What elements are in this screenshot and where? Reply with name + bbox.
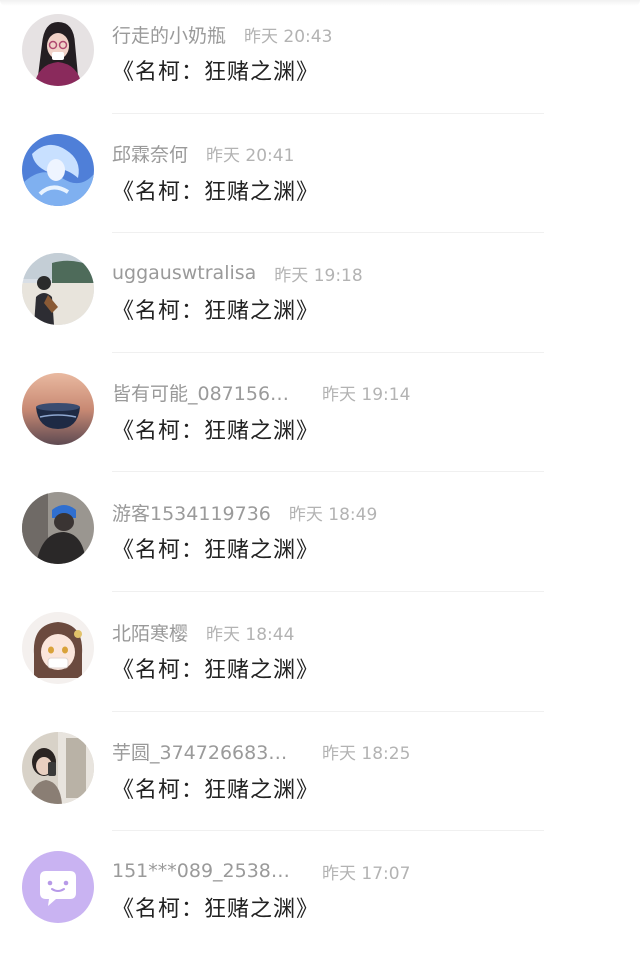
comment-text: 《名柯：狂赌之渊》 [112, 299, 320, 325]
blue-illustration-photo-icon [22, 133, 94, 206]
timestamp: 昨天 18:49 [288, 504, 378, 525]
comment-text: 《名柯：狂赌之渊》 [112, 538, 320, 564]
comment-item[interactable]: 芋圆_374726683… 昨天 18:25 《名柯：狂赌之渊》 [0, 718, 640, 838]
comment-item[interactable]: 北陌寒樱 昨天 18:44 《名柯：狂赌之渊》 [0, 598, 640, 718]
divider [112, 710, 544, 712]
comment-item[interactable]: uggauswtralisa 昨天 19:18 《名柯：狂赌之渊》 [0, 239, 640, 359]
divider [112, 351, 544, 353]
avatar[interactable] [22, 612, 94, 684]
default-chat-bubble-icon [22, 851, 94, 924]
timestamp: 昨天 17:07 [322, 863, 411, 884]
username[interactable]: 行走的小奶瓶 [112, 21, 226, 48]
comment-meta: 北陌寒樱 昨天 18:44 [112, 618, 294, 646]
comment-text: 《名柯：狂赌之渊》 [112, 179, 320, 205]
avatar[interactable] [22, 851, 94, 924]
avatar[interactable] [22, 372, 94, 445]
comment-item[interactable]: 行走的小奶瓶 昨天 20:43 《名柯：狂赌之渊》 [0, 0, 640, 120]
username[interactable]: 芋圆_374726683… [112, 738, 287, 765]
username[interactable]: 皆有可能_087156… [112, 379, 289, 406]
comment-list: 行走的小奶瓶 昨天 20:43 《名柯：狂赌之渊》 邱霖奈何 昨天 20:41 … [0, 0, 640, 938]
timestamp: 昨天 19:14 [322, 385, 411, 406]
divider [112, 830, 544, 832]
anime-girl-avatar-icon [22, 612, 94, 684]
username[interactable]: 游客1534119736 [112, 499, 271, 526]
comment-item[interactable]: 151***089_2538… 昨天 17:07 《名柯：狂赌之渊》 [0, 837, 640, 957]
timestamp: 昨天 19:18 [274, 265, 363, 286]
comment-meta: 芋圆_374726683… 昨天 18:25 [112, 738, 410, 766]
beach-person-photo-icon [22, 253, 94, 326]
timestamp: 昨天 20:41 [206, 146, 295, 167]
comment-text: 《名柯：狂赌之渊》 [112, 418, 320, 444]
avatar[interactable] [22, 492, 94, 565]
avatar[interactable] [22, 133, 94, 206]
avatar[interactable] [22, 731, 94, 804]
comment-item[interactable]: 邱霖奈何 昨天 20:41 《名柯：狂赌之渊》 [0, 120, 640, 240]
divider [112, 232, 544, 234]
comment-item[interactable]: 皆有可能_087156… 昨天 19:14 《名柯：狂赌之渊》 [0, 359, 640, 479]
woman-dark-hair-photo-icon [22, 14, 94, 86]
sunset-glass-photo-icon [22, 372, 94, 445]
mirror-selfie-photo-icon [22, 731, 94, 804]
divider [112, 112, 544, 114]
comment-meta: 151***089_2538… 昨天 17:07 [112, 857, 410, 885]
username[interactable]: uggauswtralisa [112, 262, 256, 284]
comment-item[interactable]: 游客1534119736 昨天 18:49 《名柯：狂赌之渊》 [0, 478, 640, 598]
comment-meta: 行走的小奶瓶 昨天 20:43 [112, 20, 332, 48]
comment-text: 《名柯：狂赌之渊》 [112, 897, 320, 923]
avatar[interactable] [22, 253, 94, 326]
divider [112, 590, 544, 592]
username[interactable]: 邱霖奈何 [112, 140, 188, 167]
avatar[interactable] [22, 14, 94, 86]
comment-meta: 皆有可能_087156… 昨天 19:14 [112, 379, 410, 407]
timestamp: 昨天 20:43 [244, 26, 333, 47]
timestamp: 昨天 18:25 [322, 744, 411, 765]
comment-text: 《名柯：狂赌之渊》 [112, 60, 320, 85]
timestamp: 昨天 18:44 [206, 624, 295, 645]
comment-text: 《名柯：狂赌之渊》 [112, 658, 320, 683]
username[interactable]: 151***089_2538… [112, 860, 290, 882]
comment-meta: 邱霖奈何 昨天 20:41 [112, 140, 294, 168]
man-blue-cap-photo-icon [22, 492, 94, 565]
divider [112, 471, 544, 473]
username[interactable]: 北陌寒樱 [112, 619, 188, 646]
comment-text: 《名柯：狂赌之渊》 [112, 777, 320, 803]
comment-meta: 游客1534119736 昨天 18:49 [112, 498, 377, 526]
comment-meta: uggauswtralisa 昨天 19:18 [112, 259, 363, 287]
